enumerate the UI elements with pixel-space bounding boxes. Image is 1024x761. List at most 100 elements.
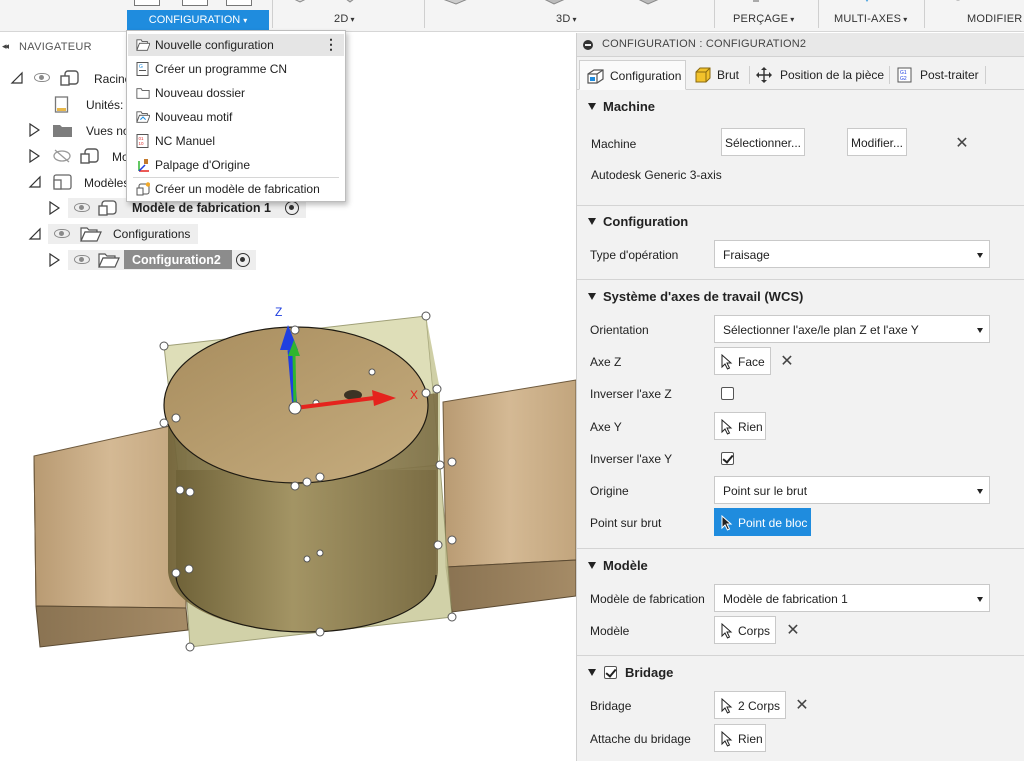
2d-face-icon[interactable] <box>390 0 402 4</box>
menu-item-new-pattern[interactable]: Nouveau motif <box>128 106 344 128</box>
tree-row-root[interactable]: Racine <box>0 68 140 88</box>
menu-item-new-folder[interactable]: Nouveau dossier <box>128 82 344 104</box>
tree-row-manufacturing-models[interactable]: Modèles <box>0 172 140 192</box>
invert-z-checkbox[interactable] <box>721 387 734 400</box>
cursor-icon <box>721 623 733 639</box>
section-divider <box>577 279 1024 280</box>
wcs-icon[interactable] <box>226 0 252 6</box>
select-value: Fraisage <box>723 248 770 262</box>
tree-row-units[interactable]: Unités: r <box>0 94 140 114</box>
setup-icon[interactable] <box>134 0 160 6</box>
setup-panel: CONFIGURATION : CONFIGURATION2 Configura… <box>576 33 1024 761</box>
chevron-down-icon: ▾ <box>243 16 248 25</box>
hidden-eye-icon[interactable] <box>52 149 72 163</box>
z-axis-selection[interactable]: Face <box>714 347 771 375</box>
toolbar-drilling-button[interactable]: PERÇAGE ▾ <box>733 13 794 25</box>
expand-down-icon[interactable] <box>10 71 24 85</box>
2d-contour-icon[interactable] <box>286 0 326 6</box>
panel-title-bar: CONFIGURATION : CONFIGURATION2 <box>577 33 1024 57</box>
visibility-eye-icon[interactable] <box>54 229 70 238</box>
multi-axis-icon[interactable] <box>860 0 874 6</box>
tree-label-units: Unités: r <box>86 98 131 112</box>
section-fixture-header[interactable]: Bridage <box>577 659 1024 687</box>
expand-right-icon[interactable] <box>48 253 60 267</box>
activate-target-icon[interactable] <box>236 253 250 267</box>
folder-icon <box>136 88 150 99</box>
clear-fixture-icon[interactable]: ✕ <box>795 698 809 714</box>
model-selection[interactable]: Corps <box>714 616 776 644</box>
3d-adaptive-icon[interactable] <box>438 0 472 6</box>
clear-machine-icon[interactable]: ✕ <box>955 136 969 152</box>
tab-part-position[interactable]: Position de la pièce <box>753 60 885 90</box>
section-machine-header[interactable]: Machine <box>577 93 1024 121</box>
3d-pocket-icon[interactable] <box>536 0 576 6</box>
tree-row-configuration2[interactable]: Configuration2 <box>0 250 260 270</box>
stock-point-selection[interactable]: Point de bloc <box>714 508 811 536</box>
menu-item-manual-nc[interactable]: 01 10 NC Manuel <box>128 130 344 152</box>
visibility-eye-icon[interactable] <box>74 255 90 264</box>
expand-down-icon[interactable] <box>28 175 42 189</box>
expand-right-icon[interactable] <box>28 149 40 163</box>
toolbar-3d-button[interactable]: 3D ▾ <box>556 13 577 25</box>
toolbar-divider <box>818 0 819 28</box>
invert-y-checkbox[interactable] <box>721 452 734 465</box>
expand-down-icon[interactable] <box>28 227 42 241</box>
menu-item-create-manufacturing-model[interactable]: Créer un modèle de fabrication <box>128 178 344 200</box>
toolbar-modify-button[interactable]: MODIFIER▾ <box>967 13 1024 25</box>
clear-z-axis-icon[interactable]: ✕ <box>780 354 794 370</box>
chevron-down-icon <box>977 489 983 494</box>
tree-row-configurations[interactable]: Configurations <box>0 224 200 244</box>
section-configuration-header[interactable]: Configuration <box>577 208 1024 236</box>
toolbar: CONFIGURATION ▾ 2D ▾ 3D ▾ PERÇAGE ▾ MULTI-AX… <box>0 0 1024 32</box>
collapse-panel-icon[interactable] <box>583 40 593 50</box>
fixture-enable-checkbox[interactable] <box>604 666 617 679</box>
fixture-selection[interactable]: 2 Corps <box>714 691 786 719</box>
right-fixture-block[interactable] <box>442 379 576 613</box>
tree-row-models[interactable]: Mo <box>0 146 140 166</box>
menu-item-new-configuration[interactable]: Nouvelle configuration ⋮ <box>128 34 344 56</box>
menu-item-label: Palpage d'Origine <box>155 158 251 172</box>
section-wcs-header[interactable]: Système d'axes de travail (WCS) <box>577 283 1024 311</box>
more-options-icon[interactable]: ⋮ <box>324 36 338 52</box>
visibility-eye-icon[interactable] <box>74 203 90 212</box>
svg-text:G: G <box>139 64 143 70</box>
cylinder-part[interactable] <box>163 326 438 633</box>
clear-model-icon[interactable]: ✕ <box>786 623 800 639</box>
menu-item-create-nc-program[interactable]: G Créer un programme CN <box>128 58 344 80</box>
3d-viewport[interactable]: Z X <box>0 270 576 761</box>
toolbar-multiaxis-button[interactable]: MULTI-AXES ▾ <box>834 13 907 25</box>
collapse-arrow-icon <box>588 103 596 110</box>
toolbar-configuration-button[interactable]: CONFIGURATION ▾ <box>127 10 269 30</box>
modify-machine-button[interactable]: Modifier... <box>847 128 907 156</box>
3d-parallel-icon[interactable] <box>630 0 670 6</box>
selection-value: Point de bloc <box>738 516 808 530</box>
modify-icon[interactable] <box>952 0 972 6</box>
panel-tabs: Configuration Brut Position de la pièce … <box>577 58 1024 90</box>
tab-stock[interactable]: Brut <box>689 60 749 90</box>
origin-select[interactable]: Point sur le brut <box>714 476 990 504</box>
2d-pocket-icon[interactable] <box>340 0 360 6</box>
expand-right-icon[interactable] <box>48 201 60 215</box>
collapse-navigator-icon[interactable]: ◂◂ <box>2 41 9 52</box>
manufacturing-model-select[interactable]: Modèle de fabrication 1 <box>714 584 990 612</box>
expand-right-icon[interactable] <box>28 123 40 137</box>
left-fixture-block[interactable] <box>33 425 189 648</box>
menu-item-probe-origin[interactable]: Palpage d'Origine <box>128 154 344 176</box>
stock-icon[interactable] <box>182 0 208 6</box>
tab-configuration[interactable]: Configuration <box>579 60 686 90</box>
operation-type-select[interactable]: Fraisage <box>714 240 990 268</box>
visibility-eye-icon[interactable] <box>34 73 50 82</box>
orientation-select[interactable]: Sélectionner l'axe/le plan Z et l'axe Y <box>714 315 990 343</box>
section-divider <box>577 655 1024 656</box>
y-axis-selection[interactable]: Rien <box>714 412 766 440</box>
section-model-header[interactable]: Modèle <box>577 552 1024 580</box>
tab-post-process[interactable]: G1 G2 Post-traiter <box>893 60 989 90</box>
fixture-attach-selection[interactable]: Rien <box>714 724 766 752</box>
activate-target-icon[interactable] <box>285 201 299 215</box>
select-machine-button[interactable]: Sélectionner... <box>721 128 805 156</box>
cursor-icon <box>721 515 733 531</box>
tree-row-named-views[interactable]: Vues no <box>0 120 140 140</box>
drill-icon[interactable] <box>748 0 764 6</box>
manufacturing-model-folder-icon <box>53 174 72 190</box>
toolbar-2d-button[interactable]: 2D ▾ <box>334 13 355 25</box>
